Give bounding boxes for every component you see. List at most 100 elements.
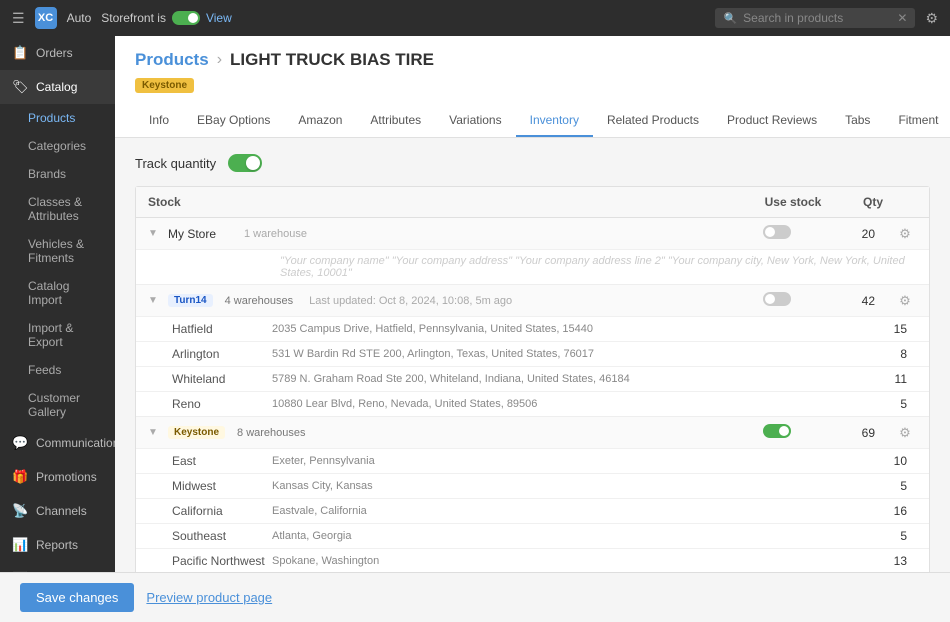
storefront-toggle[interactable] xyxy=(172,11,200,25)
sidebar-sub-importexport[interactable]: Import & Export xyxy=(0,314,115,356)
catalog-icon: 🏷 xyxy=(12,79,28,95)
chevron-icon[interactable]: ▼ xyxy=(148,228,160,239)
stock-table-header: Stock Use stock Qty xyxy=(136,187,929,218)
warehouse-address: 5789 N. Graham Road Ste 200, Whiteland, … xyxy=(272,373,857,385)
preview-button[interactable]: Preview product page xyxy=(146,590,272,605)
sidebar-item-channels[interactable]: 📡 Channels xyxy=(0,494,115,528)
warehouse-qty: 8 xyxy=(857,347,917,361)
footer-bar: Save changes Preview product page xyxy=(0,572,950,622)
sidebar: 📋 Orders 🏷 Catalog Products Categories B… xyxy=(0,36,115,572)
warehouse-qty: 10 xyxy=(857,454,917,468)
save-button[interactable]: Save changes xyxy=(20,583,134,612)
view-link[interactable]: View xyxy=(206,11,232,25)
warehouse-qty: 11 xyxy=(857,372,917,386)
warehouse-row: "Your company name" "Your company addres… xyxy=(136,249,929,284)
breadcrumb: Products › LIGHT TRUCK BIAS TIRE xyxy=(135,50,930,70)
warehouse-name: Midwest xyxy=(172,479,272,493)
store-usestock-toggle[interactable] xyxy=(737,292,817,309)
warehouse-name: East xyxy=(172,454,272,468)
store-qty: 42 xyxy=(825,294,885,308)
sidebar-item-reports[interactable]: 📊 Reports xyxy=(0,528,115,562)
channels-icon: 📡 xyxy=(12,503,28,519)
store-usestock-toggle[interactable] xyxy=(737,225,817,242)
warehouse-address: 531 W Bardin Rd STE 200, Arlington, Texa… xyxy=(272,348,857,360)
sidebar-sub-catalogimport[interactable]: Catalog Import xyxy=(0,272,115,314)
warehouse-name: Hatfield xyxy=(172,322,272,336)
sidebar-item-label: Reports xyxy=(36,538,78,552)
search-clear-icon[interactable]: ✕ xyxy=(897,11,907,25)
warehouse-row: Arlington 531 W Bardin Rd STE 200, Arlin… xyxy=(136,341,929,366)
settings-icon[interactable]: ⚙ xyxy=(925,10,938,27)
warehouse-qty: 13 xyxy=(857,554,917,568)
tab-inventory[interactable]: Inventory xyxy=(516,105,593,137)
tab-ebay[interactable]: EBay Options xyxy=(183,105,284,137)
tab-tabs[interactable]: Tabs xyxy=(831,105,884,137)
tab-bar: Info EBay Options Amazon Attributes Vari… xyxy=(135,105,930,137)
warehouse-name: Arlington xyxy=(172,347,272,361)
stock-col-header: Stock xyxy=(148,195,753,209)
warehouse-row: Pacific Northwest Spokane, Washington 13 xyxy=(136,548,929,572)
sidebar-item-label: Promotions xyxy=(36,470,97,484)
sidebar-item-promotions[interactable]: 🎁 Promotions xyxy=(0,460,115,494)
store-badge: Turn14 xyxy=(168,294,213,307)
store-settings-icon[interactable]: ⚙ xyxy=(893,425,917,441)
sidebar-item-catalog[interactable]: 🏷 Catalog xyxy=(0,70,115,104)
warehouse-row: Hatfield 2035 Campus Drive, Hatfield, Pe… xyxy=(136,316,929,341)
tab-attributes[interactable]: Attributes xyxy=(356,105,435,137)
qty-col-header: Qty xyxy=(833,195,893,209)
chevron-icon[interactable]: ▼ xyxy=(148,295,160,306)
sidebar-item-communication[interactable]: 💬 Communication xyxy=(0,426,115,460)
warehouse-row: Midwest Kansas City, Kansas 5 xyxy=(136,473,929,498)
sidebar-sub-vehicles[interactable]: Vehicles & Fitments xyxy=(0,230,115,272)
warehouse-name: Pacific Northwest xyxy=(172,554,272,568)
store-row-mystore: ▼ My Store 1 warehouse 20 ⚙ xyxy=(136,218,929,249)
mode-label: Auto xyxy=(67,11,92,25)
sidebar-sub-products[interactable]: Products xyxy=(0,104,115,132)
sidebar-item-orders[interactable]: 📋 Orders xyxy=(0,36,115,70)
tab-reviews[interactable]: Product Reviews xyxy=(713,105,831,137)
menu-icon[interactable]: ☰ xyxy=(12,10,25,27)
store-row-turn14: ▼ Turn14 4 warehouses Last updated: Oct … xyxy=(136,285,929,316)
sidebar-item-label: Catalog xyxy=(36,80,77,94)
track-quantity-toggle[interactable] xyxy=(228,154,262,172)
store-section-keystone: ▼ Keystone 8 warehouses 69 ⚙ East Exeter… xyxy=(136,417,929,572)
warehouse-address: Atlanta, Georgia xyxy=(272,530,857,542)
warehouse-address: "Your company name" "Your company addres… xyxy=(280,255,917,279)
breadcrumb-products[interactable]: Products xyxy=(135,50,209,70)
warehouse-address: Exeter, Pennsylvania xyxy=(272,455,857,467)
sidebar-sub-classes[interactable]: Classes & Attributes xyxy=(0,188,115,230)
warehouse-address: 2035 Campus Drive, Hatfield, Pennsylvani… xyxy=(272,323,857,335)
search-input[interactable] xyxy=(743,11,891,25)
warehouse-row: California Eastvale, California 16 xyxy=(136,498,929,523)
topbar: ☰ XC Auto Storefront is View 🔍 ✕ ⚙ xyxy=(0,0,950,36)
sidebar-sub-brands[interactable]: Brands xyxy=(0,160,115,188)
warehouse-qty: 16 xyxy=(857,504,917,518)
tab-variations[interactable]: Variations xyxy=(435,105,515,137)
warehouse-address: Kansas City, Kansas xyxy=(272,480,857,492)
warehouse-address: 10880 Lear Blvd, Reno, Nevada, United St… xyxy=(272,398,857,410)
sidebar-sub-gallery[interactable]: Customer Gallery xyxy=(0,384,115,426)
tab-related[interactable]: Related Products xyxy=(593,105,713,137)
store-settings-icon[interactable]: ⚙ xyxy=(893,293,917,309)
storefront-section: Storefront is View xyxy=(101,11,232,25)
track-quantity-label: Track quantity xyxy=(135,156,216,171)
store-settings-icon[interactable]: ⚙ xyxy=(893,226,917,242)
page-header: Products › LIGHT TRUCK BIAS TIRE Keyston… xyxy=(115,36,950,138)
tab-info[interactable]: Info xyxy=(135,105,183,137)
sidebar-sub-categories[interactable]: Categories xyxy=(0,132,115,160)
topbar-left: ☰ XC Auto Storefront is View xyxy=(12,7,232,29)
search-box[interactable]: 🔍 ✕ xyxy=(715,8,915,28)
warehouse-row: Whiteland 5789 N. Graham Road Ste 200, W… xyxy=(136,366,929,391)
reports-icon: 📊 xyxy=(12,537,28,553)
tab-amazon[interactable]: Amazon xyxy=(284,105,356,137)
store-usestock-toggle[interactable] xyxy=(737,424,817,441)
store-meta: 1 warehouse xyxy=(244,228,729,240)
sidebar-item-apps[interactable]: 🔲 Apps xyxy=(0,562,115,572)
warehouse-row: Southeast Atlanta, Georgia 5 xyxy=(136,523,929,548)
warehouse-address: Spokane, Washington xyxy=(272,555,857,567)
warehouse-row: East Exeter, Pennsylvania 10 xyxy=(136,448,929,473)
warehouse-qty: 5 xyxy=(857,529,917,543)
tab-fitment[interactable]: Fitment xyxy=(884,105,950,137)
chevron-icon[interactable]: ▼ xyxy=(148,427,160,438)
sidebar-sub-feeds[interactable]: Feeds xyxy=(0,356,115,384)
